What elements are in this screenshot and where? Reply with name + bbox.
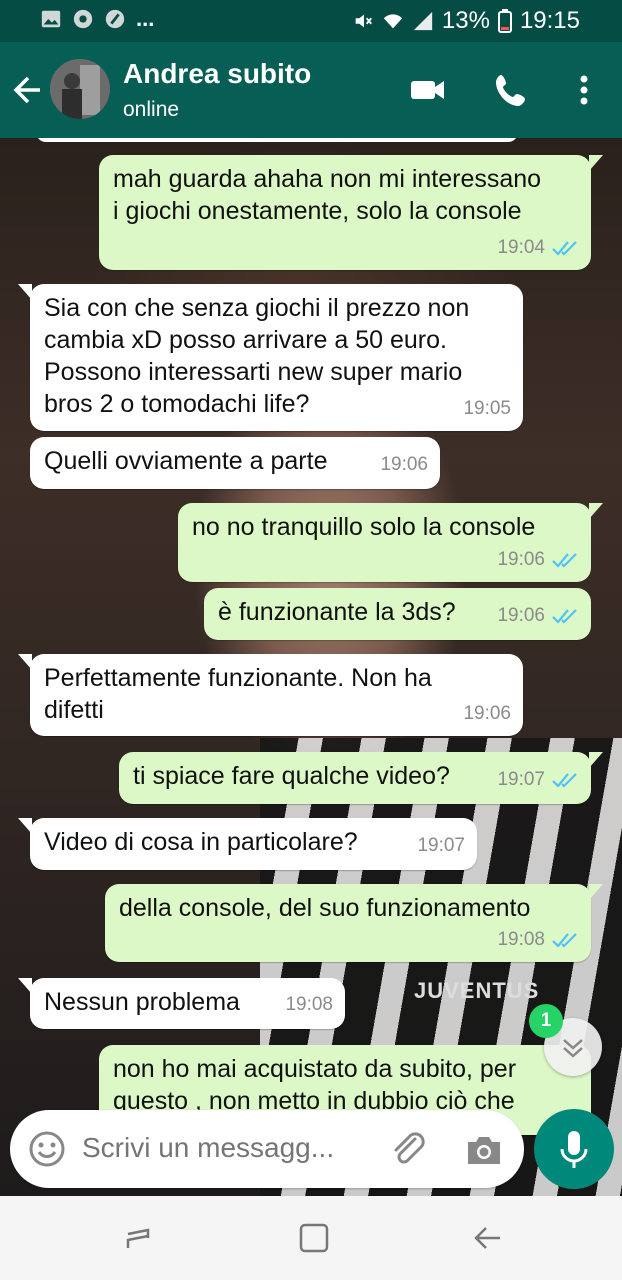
message-meta: 19:05 [463, 393, 511, 425]
speed-icon [105, 9, 125, 29]
message-time: 19:05 [463, 398, 511, 419]
back-arrow-icon[interactable] [12, 72, 44, 108]
chat-area[interactable]: JUVENTUS mah guarda ahaha non mi interes… [0, 138, 622, 1196]
wifi-icon [383, 14, 403, 29]
message-meta: 19:07 [497, 764, 579, 796]
read-ticks-icon [552, 241, 577, 256]
message-incoming[interactable]: Video di cosa in particolare? 19:07 [18, 818, 477, 870]
attach-icon[interactable] [388, 1130, 428, 1170]
recent-apps-icon[interactable] [124, 1222, 156, 1254]
message-text: Perfettamente funzionante. Non ha difett… [44, 664, 432, 724]
message-time: 19:07 [417, 835, 465, 856]
message-outgoing[interactable]: mah guarda ahaha non mi interessano i gi… [99, 155, 603, 270]
status-right: 13% 19:15 [352, 7, 580, 35]
composer [10, 1110, 524, 1188]
message-outgoing[interactable]: no no tranquillo solo la console 19:06 [178, 503, 603, 582]
image-icon [41, 10, 61, 28]
signal-icon [413, 11, 433, 31]
previous-bubble-edge [36, 138, 518, 142]
message-meta: 19:07 [417, 830, 465, 862]
contact-avatar[interactable] [50, 59, 110, 119]
back-nav-icon[interactable] [472, 1222, 504, 1254]
read-ticks-icon [552, 609, 577, 624]
message-time: 19:07 [497, 769, 545, 790]
status-time: 19:15 [519, 7, 580, 34]
message-incoming[interactable]: Sia con che senza giochi il prezzo non c… [18, 284, 523, 431]
battery-icon [497, 9, 512, 33]
message-outgoing[interactable]: è funzionante la 3ds? 19:06 [204, 588, 591, 640]
status-more-dots: ... [136, 6, 155, 31]
message-text: della console, del suo funzionamento [119, 894, 531, 922]
message-meta: 19:06 [497, 600, 579, 632]
contact-name[interactable]: Andrea subito [123, 58, 311, 90]
message-time: 19:08 [285, 994, 333, 1015]
message-outgoing[interactable]: ti spiace fare qualche video? 19:07 [119, 752, 603, 804]
message-meta: 19:06 [380, 449, 428, 481]
message-meta: 19:06 [497, 544, 579, 576]
chat-header: Andrea subito online [0, 42, 622, 138]
message-time: 19:06 [380, 454, 428, 475]
read-ticks-icon [552, 773, 577, 788]
message-time: 19:04 [497, 237, 545, 258]
message-text: non ho mai acquistato da subito, per que… [113, 1055, 517, 1115]
mute-icon [355, 14, 372, 28]
home-icon[interactable] [298, 1222, 330, 1254]
avatar-photo [50, 59, 110, 119]
camera-icon[interactable] [464, 1132, 504, 1168]
phone-icon[interactable] [492, 70, 532, 110]
message-meta: 19:08 [285, 989, 333, 1021]
message-meta: 19:06 [463, 698, 511, 730]
message-input[interactable] [82, 1132, 372, 1164]
battery-percent: 13% [441, 7, 490, 34]
emoji-icon[interactable] [28, 1130, 66, 1168]
message-incoming[interactable]: Perfettamente funzionante. Non ha difett… [18, 654, 523, 736]
message-incoming[interactable]: Quelli ovviamente a parte 19:06 [30, 437, 440, 489]
message-time: 19:06 [497, 549, 545, 570]
message-text: Quelli ovviamente a parte [44, 447, 328, 475]
status-bar: ... 13% 19:15 [0, 0, 622, 42]
wallpaper-text: JUVENTUS [414, 978, 540, 1003]
more-vert-icon[interactable] [564, 70, 604, 110]
message-time: 19:06 [497, 605, 545, 626]
read-ticks-icon [552, 553, 577, 568]
chrome-icon [73, 9, 93, 29]
message-text: no no tranquillo solo la console [192, 513, 536, 541]
message-meta: 19:04 [497, 232, 579, 264]
mic-icon [560, 1131, 588, 1168]
system-nav-bar [0, 1196, 622, 1280]
message-time: 19:08 [497, 929, 545, 950]
message-outgoing[interactable]: della console, del suo funzionamento 19:… [105, 884, 603, 962]
message-text: mah guarda ahaha non mi interessano i gi… [113, 165, 542, 225]
message-text: Sia con che senza giochi il prezzo non c… [44, 294, 470, 418]
voice-message-button[interactable] [534, 1109, 614, 1189]
video-call-icon[interactable] [408, 70, 448, 110]
contact-status: online [123, 98, 180, 121]
message-time: 19:06 [463, 703, 511, 724]
message-text: Video di cosa in particolare? [44, 828, 358, 856]
read-ticks-icon [552, 933, 577, 948]
message-meta: 19:08 [497, 924, 579, 956]
message-incoming[interactable]: Nessun problema 19:08 [18, 978, 345, 1029]
status-left-icons: ... [40, 8, 154, 30]
unread-count-badge: 1 [529, 1004, 563, 1038]
